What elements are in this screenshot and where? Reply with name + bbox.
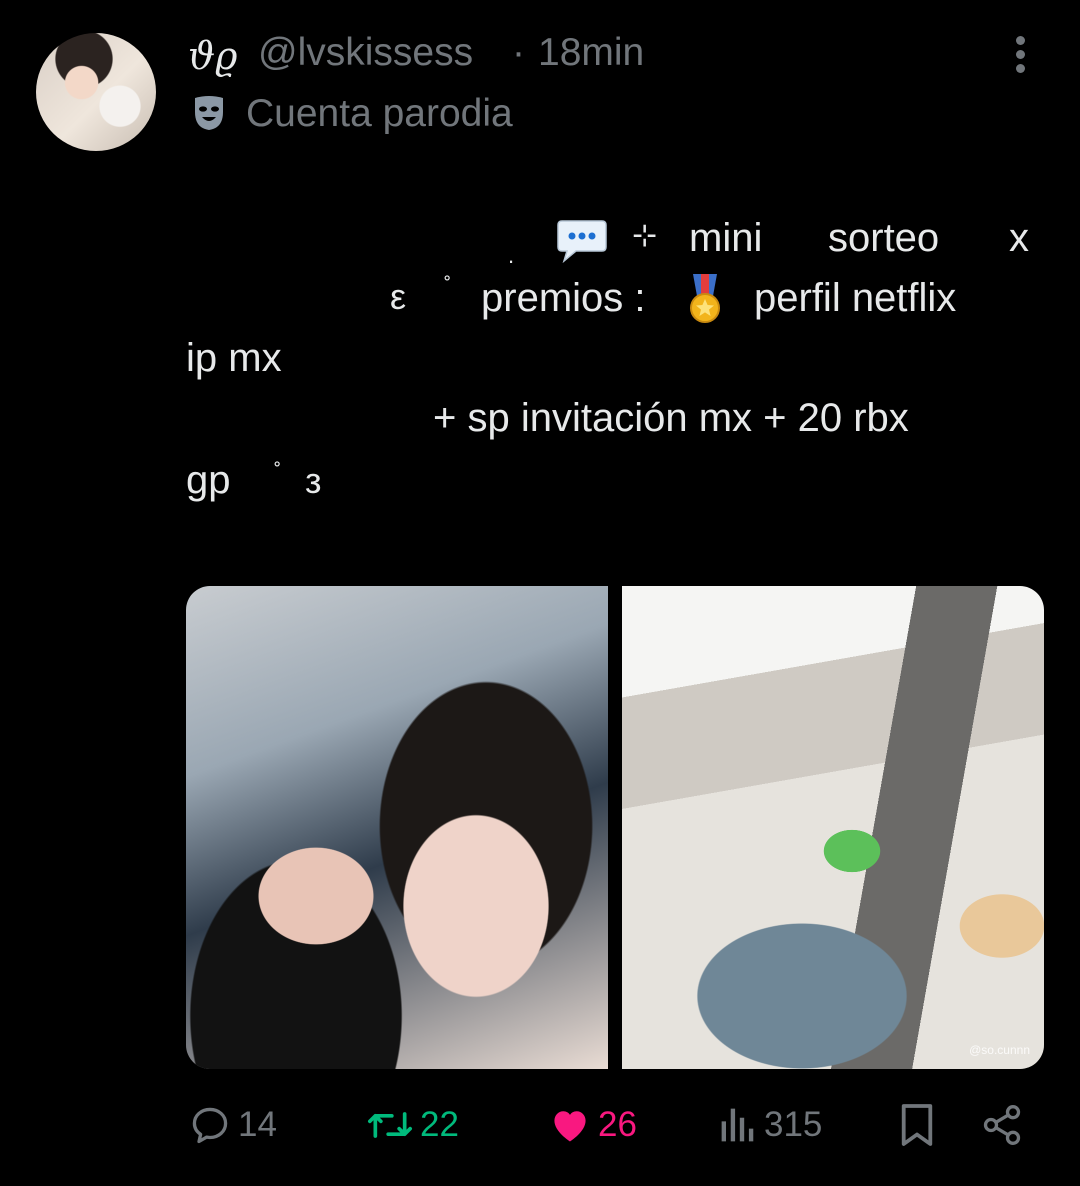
speech-bubble-icon (557, 220, 607, 263)
tweet-text-dot: . (508, 243, 515, 268)
bookmark-icon (901, 1104, 933, 1146)
tweet-text-close-bracket: з (305, 460, 322, 501)
tweet-text-x: x (1009, 216, 1029, 260)
separator: · (512, 31, 525, 74)
like-count: 26 (598, 1105, 637, 1144)
reply-count: 14 (238, 1105, 277, 1144)
avatar[interactable] (36, 33, 156, 151)
media-photo-portrait[interactable] (186, 586, 608, 1069)
tweet-text-open-bracket: ε (390, 276, 407, 317)
share-button[interactable] (980, 1100, 1024, 1150)
retweet-count: 22 (420, 1105, 459, 1144)
tweet-text-ip-mx: ip mx (186, 336, 282, 380)
views-chart-icon (721, 1108, 754, 1142)
reply-button[interactable]: 14 (188, 1100, 277, 1150)
media-photo-food[interactable]: @so.cunnn (622, 586, 1044, 1069)
reply-icon (192, 1107, 228, 1144)
medal-icon (690, 274, 720, 323)
tweet-text-sorteo: sorteo (828, 216, 940, 260)
view-count: 315 (764, 1105, 823, 1144)
views-button[interactable]: 315 (718, 1100, 822, 1150)
parody-mask-icon (195, 96, 223, 130)
retweet-button[interactable]: 22 (366, 1100, 459, 1150)
tweet-text-premios: premios : (481, 276, 646, 320)
tweet-text-ring: ˚ (444, 273, 452, 298)
timestamp[interactable]: 18min (538, 31, 644, 75)
handle[interactable]: @lvskissess (258, 31, 473, 75)
tweet-text-perfil-netflix: perfil netflix (754, 276, 957, 320)
retweet-icon (368, 1112, 412, 1138)
like-button[interactable]: 26 (548, 1100, 637, 1150)
tweet-text-sparkle: ⊹ (632, 219, 658, 252)
parody-account-label: Cuenta parodia (246, 92, 513, 135)
tweet-text-invitacion: + sp invitación mx + 20 rbx (433, 396, 909, 440)
display-name[interactable]: 𝜗𝜚 (188, 34, 238, 78)
bookmark-button[interactable] (898, 1100, 936, 1150)
media-grid: @so.cunnn (186, 586, 1044, 1069)
tweet-text-mini: mini (689, 216, 763, 260)
share-icon (983, 1105, 1021, 1145)
tweet-text-gp: gp (186, 458, 231, 502)
more-options-icon[interactable] (1005, 36, 1035, 78)
tweet-text-ring-2: ˚ (274, 459, 282, 484)
photo-watermark: @so.cunnn (969, 1043, 1030, 1057)
heart-icon (554, 1111, 586, 1142)
